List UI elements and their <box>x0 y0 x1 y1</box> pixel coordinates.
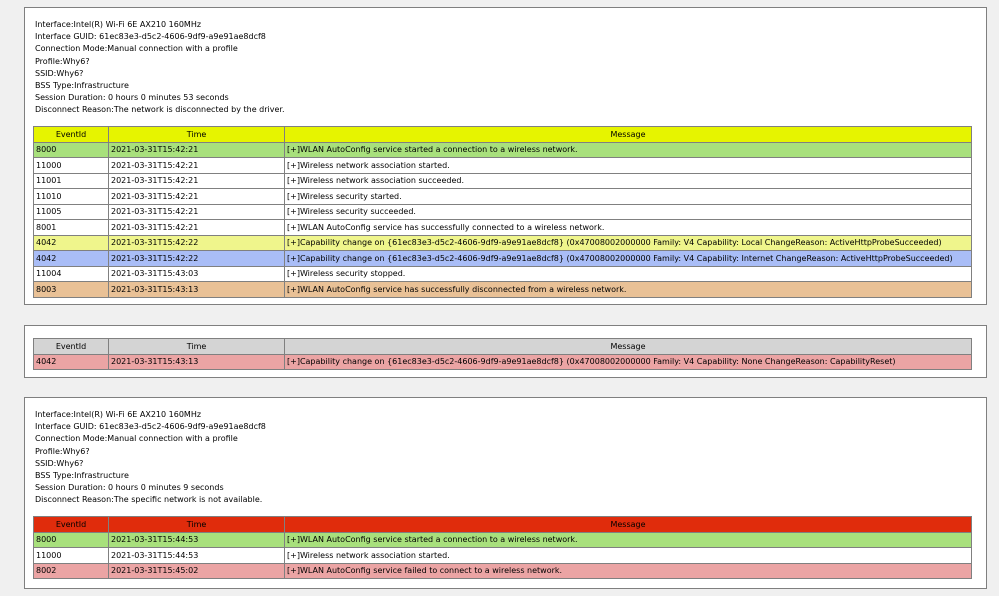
eventid-cell: 11010 <box>33 188 109 205</box>
session-panel-2: EventId Time Message 4042 2021-03-31T15:4… <box>24 325 987 378</box>
event-table: EventId Time Message 8000 2021-03-31T15:4… <box>33 126 972 298</box>
eventid-column-header: EventId <box>33 516 109 533</box>
time-cell: 2021-03-31T15:44:53 <box>108 531 285 548</box>
message-cell: [+]WLAN AutoConfig service started a con… <box>284 531 972 548</box>
eventid-column-header: EventId <box>33 126 109 143</box>
eventid-cell: 11004 <box>33 265 109 282</box>
table-row: 11004 2021-03-31T15:43:03 [+]Wireless secu… <box>33 265 972 282</box>
message-cell: [+]Capability change on {61ec83e3-d5c2-4… <box>284 250 972 267</box>
message-cell: [+]WLAN AutoConfig service has successfu… <box>284 281 972 298</box>
eventid-cell: 8001 <box>33 219 109 236</box>
message-column-header: Message <box>284 338 972 355</box>
session-panel-1: Interface:Intel(R) Wi-Fi 6E AX210 160MHz… <box>24 7 987 305</box>
message-cell: [+]Wireless security succeeded. <box>284 203 972 220</box>
time-column-header: Time <box>108 516 285 533</box>
bss-type-line: BSS Type:Infrastructure <box>35 470 129 480</box>
time-cell: 2021-03-31T15:43:13 <box>108 353 285 370</box>
session-panel-3: Interface:Intel(R) Wi-Fi 6E AX210 160MHz… <box>24 397 987 589</box>
table-row: 11010 2021-03-31T15:42:21 [+]Wireless secu… <box>33 188 972 205</box>
message-cell: [+]Wireless network association started. <box>284 157 972 174</box>
table-row: 4042 2021-03-31T15:42:22 [+]Capability cha… <box>33 234 972 251</box>
table-row: 11000 2021-03-31T15:44:53 [+]Wireless netw… <box>33 547 972 564</box>
message-cell: [+]Capability change on {61ec83e3-d5c2-4… <box>284 353 972 370</box>
time-cell: 2021-03-31T15:42:21 <box>108 203 285 220</box>
table-row: 8003 2021-03-31T15:43:13 [+]WLAN AutoConfi… <box>33 281 972 298</box>
interface-line: Interface:Intel(R) Wi-Fi 6E AX210 160MHz <box>35 20 202 29</box>
time-column-header: Time <box>108 126 285 143</box>
session-duration-line: Session Duration: 0 hours 0 minutes 53 s… <box>35 93 229 103</box>
disconnect-reason-line: Disconnect Reason:The specific network i… <box>35 495 263 505</box>
disconnect-reason-line: Disconnect Reason:The network is disconn… <box>35 105 285 115</box>
message-cell: [+]Wireless network association started. <box>284 547 972 564</box>
time-cell: 2021-03-31T15:44:53 <box>108 547 285 564</box>
time-cell: 2021-03-31T15:45:02 <box>108 562 285 579</box>
message-cell: [+]WLAN AutoConfig service started a con… <box>284 141 972 158</box>
time-cell: 2021-03-31T15:42:21 <box>108 188 285 205</box>
message-cell: [+]Wireless security stopped. <box>284 265 972 282</box>
eventid-cell: 4042 <box>33 250 109 267</box>
table-row: 8000 2021-03-31T15:44:53 [+]WLAN AutoConfi… <box>33 531 972 548</box>
table-row: 8002 2021-03-31T15:45:02 [+]WLAN AutoConfi… <box>33 562 972 579</box>
time-column-header: Time <box>108 338 285 355</box>
time-cell: 2021-03-31T15:43:03 <box>108 265 285 282</box>
profile-line: Profile:Why6? <box>35 446 90 456</box>
eventid-cell: 11000 <box>33 157 109 174</box>
message-cell: [+]WLAN AutoConfig service failed to con… <box>284 562 972 579</box>
eventid-column-header: EventId <box>33 338 109 355</box>
eventid-cell: 8000 <box>33 531 109 548</box>
event-table: EventId Time Message 4042 2021-03-31T15:4… <box>33 338 972 370</box>
interface-line: Interface:Intel(R) Wi-Fi 6E AX210 160MHz <box>35 410 202 419</box>
session-duration-line: Session Duration: 0 hours 0 minutes 9 se… <box>35 483 224 493</box>
time-cell: 2021-03-31T15:42:21 <box>108 219 285 236</box>
session-info: Interface:Intel(R) Wi-Fi 6E AX210 160MHz… <box>35 19 285 117</box>
table-row: 4042 2021-03-31T15:43:13 [+]Capability cha… <box>33 353 972 370</box>
table-header-row: EventId Time Message <box>33 126 972 143</box>
time-cell: 2021-03-31T15:42:21 <box>108 172 285 189</box>
table-row: 4042 2021-03-31T15:42:22 [+]Capability cha… <box>33 250 972 267</box>
table-row: 11001 2021-03-31T15:42:21 [+]Wireless netw… <box>33 172 972 189</box>
ssid-line: SSID:Why6? <box>35 458 84 468</box>
bss-type-line: BSS Type:Infrastructure <box>35 80 129 90</box>
eventid-cell: 8000 <box>33 141 109 158</box>
eventid-cell: 4042 <box>33 353 109 370</box>
table-row: 8000 2021-03-31T15:42:21 [+]WLAN AutoConfi… <box>33 141 972 158</box>
interface-guid-line: Interface GUID: 61ec83e3-d5c2-4606-9df9-… <box>35 32 266 42</box>
table-header-row: EventId Time Message <box>33 516 972 533</box>
table-row: 8001 2021-03-31T15:42:21 [+]WLAN AutoConfi… <box>33 219 972 236</box>
message-cell: [+]Wireless network association succeede… <box>284 172 972 189</box>
eventid-cell: 8003 <box>33 281 109 298</box>
ssid-line: SSID:Why6? <box>35 68 84 78</box>
time-cell: 2021-03-31T15:42:21 <box>108 141 285 158</box>
interface-guid-line: Interface GUID: 61ec83e3-d5c2-4606-9df9-… <box>35 422 266 432</box>
eventid-cell: 11000 <box>33 547 109 564</box>
eventid-cell: 11001 <box>33 172 109 189</box>
time-cell: 2021-03-31T15:42:22 <box>108 234 285 251</box>
time-cell: 2021-03-31T15:43:13 <box>108 281 285 298</box>
eventid-cell: 11005 <box>33 203 109 220</box>
connection-mode-line: Connection Mode:Manual connection with a… <box>35 44 238 54</box>
session-info: Interface:Intel(R) Wi-Fi 6E AX210 160MHz… <box>35 409 266 507</box>
eventid-cell: 8002 <box>33 562 109 579</box>
message-column-header: Message <box>284 516 972 533</box>
connection-mode-line: Connection Mode:Manual connection with a… <box>35 434 238 444</box>
message-column-header: Message <box>284 126 972 143</box>
table-header-row: EventId Time Message <box>33 338 972 355</box>
table-row: 11005 2021-03-31T15:42:21 [+]Wireless secu… <box>33 203 972 220</box>
table-row: 11000 2021-03-31T15:42:21 [+]Wireless netw… <box>33 157 972 174</box>
message-cell: [+]WLAN AutoConfig service has successfu… <box>284 219 972 236</box>
time-cell: 2021-03-31T15:42:21 <box>108 157 285 174</box>
time-cell: 2021-03-31T15:42:22 <box>108 250 285 267</box>
event-table: EventId Time Message 8000 2021-03-31T15:4… <box>33 516 972 579</box>
profile-line: Profile:Why6? <box>35 56 90 66</box>
message-cell: [+]Wireless security started. <box>284 188 972 205</box>
message-cell: [+]Capability change on {61ec83e3-d5c2-4… <box>284 234 972 251</box>
eventid-cell: 4042 <box>33 234 109 251</box>
